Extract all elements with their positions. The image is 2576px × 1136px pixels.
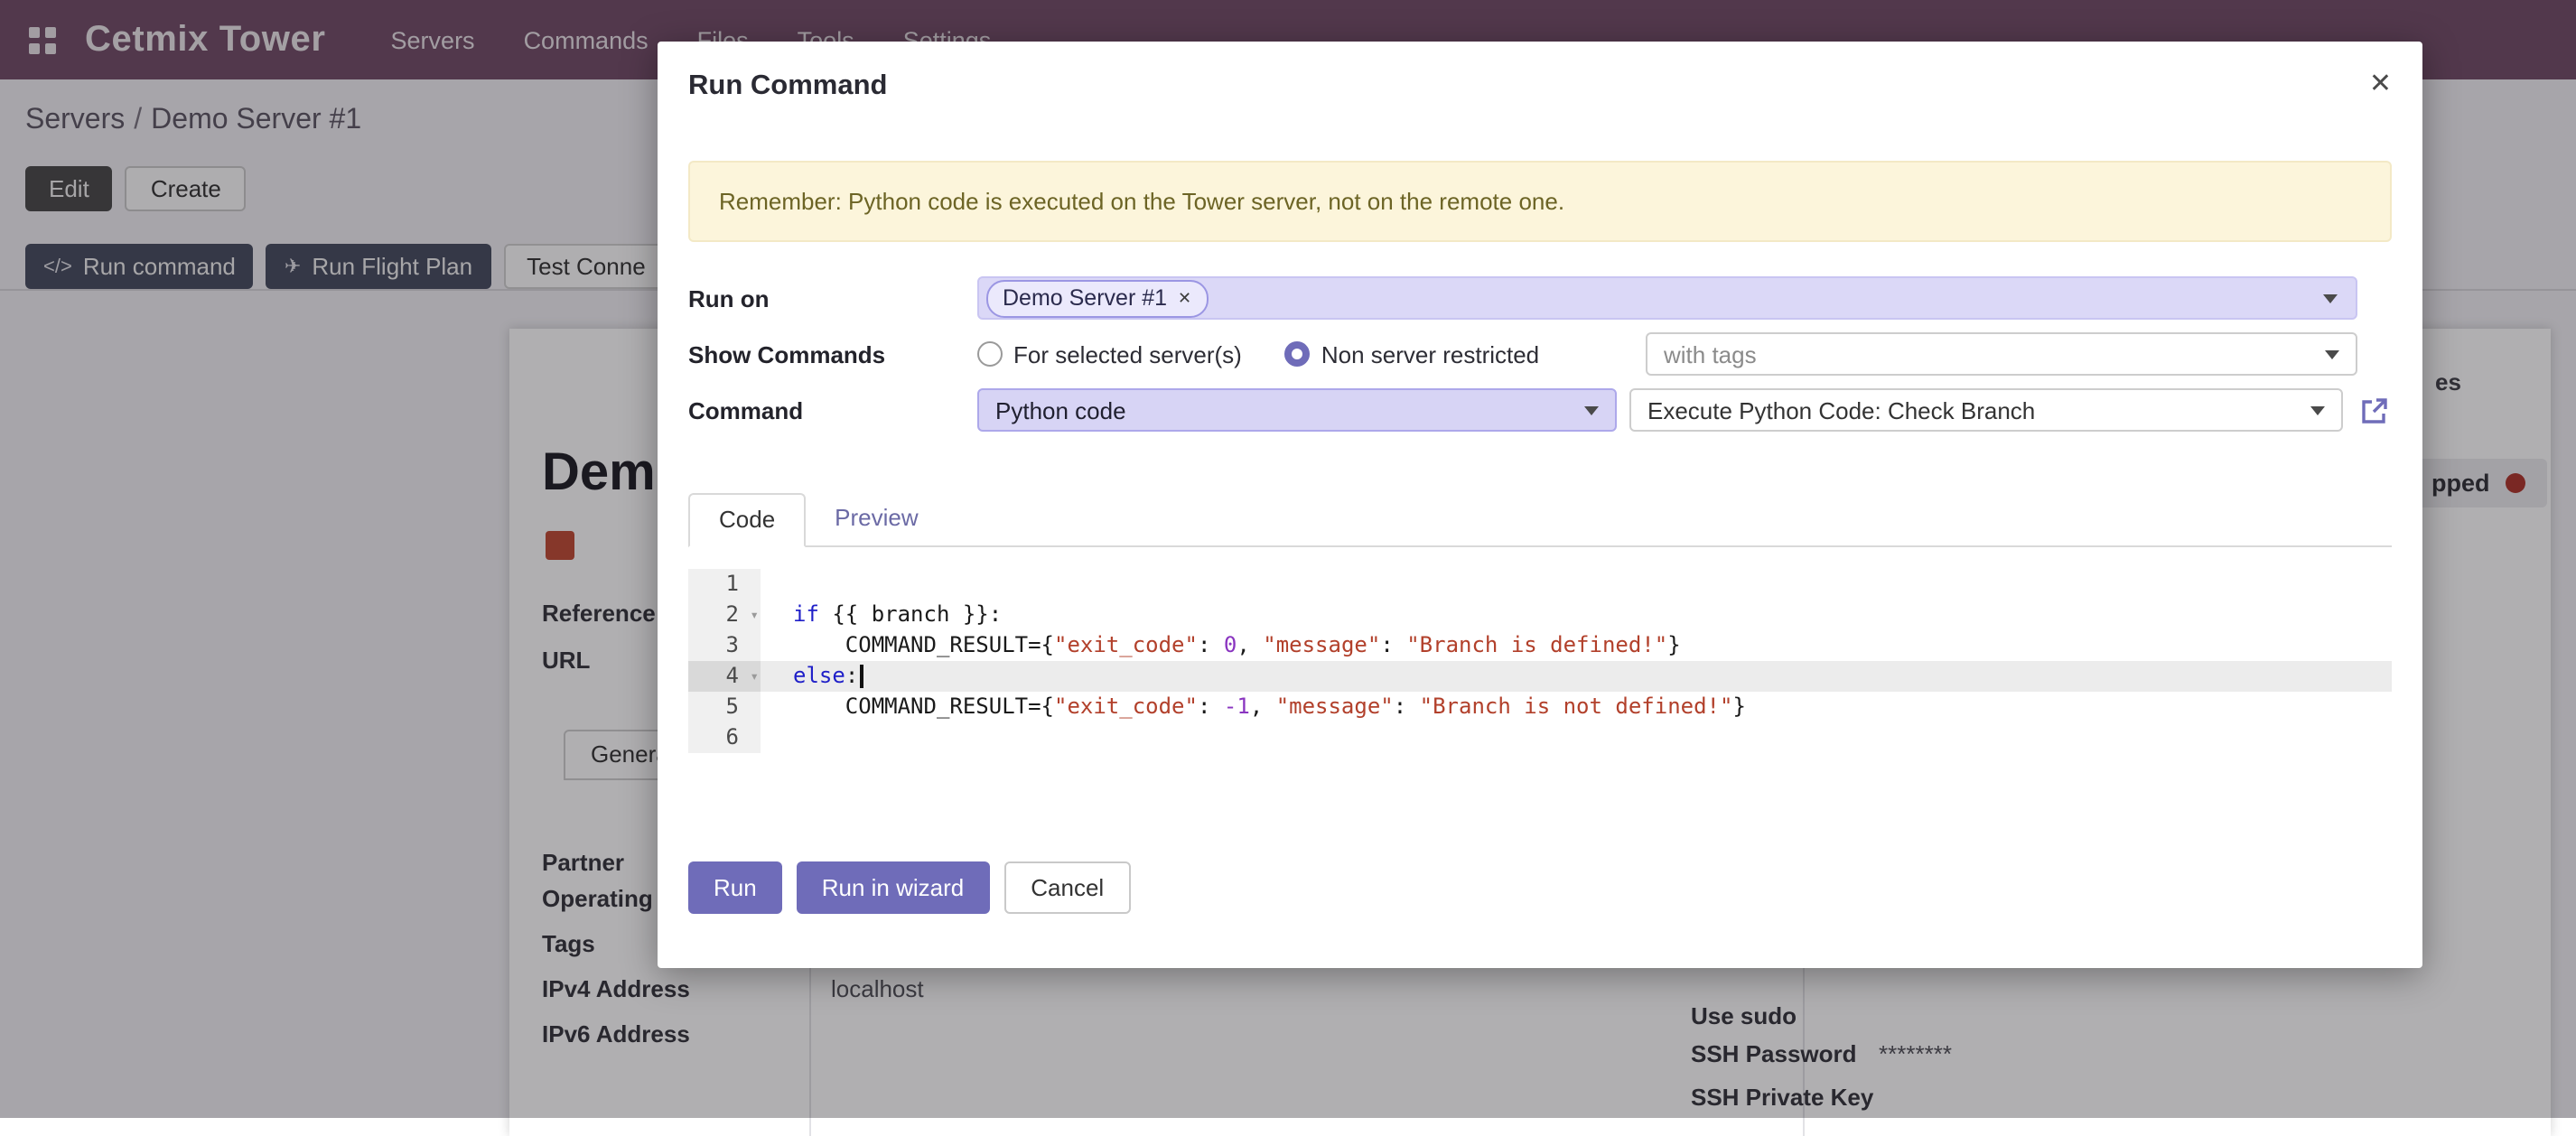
radio-icon-checked — [1285, 341, 1311, 367]
chip-remove-icon[interactable]: ✕ — [1178, 288, 1191, 308]
fold-arrow-icon[interactable]: ▾ — [750, 600, 759, 630]
command-type-select[interactable]: Python code — [977, 388, 1617, 432]
modal-title: Run Command — [688, 70, 887, 103]
tab-preview[interactable]: Preview — [806, 493, 947, 544]
screen: Cetmix Tower ServersCommandsFilesToolsSe… — [0, 0, 2576, 1118]
code-line-text[interactable]: COMMAND_RESULT={"exit_code": 0, "message… — [761, 630, 2392, 661]
show-commands-radios: For selected server(s) Non server restri… — [977, 340, 1646, 368]
tags-select-placeholder: with tags — [1664, 340, 1757, 368]
tags-select[interactable]: with tags — [1646, 332, 2357, 376]
code-line-text[interactable] — [761, 722, 2392, 753]
close-icon[interactable]: ✕ — [2369, 70, 2392, 98]
show-commands-label: Show Commands — [688, 340, 977, 368]
tab-code[interactable]: Code — [688, 493, 806, 547]
code-line-1[interactable]: 1 — [688, 569, 2392, 600]
radio-icon-unchecked — [977, 341, 1003, 367]
code-line-2[interactable]: 2▾if {{ branch }}: — [688, 600, 2392, 630]
chevron-down-icon — [1584, 405, 1599, 414]
command-select-value: Execute Python Code: Check Branch — [1647, 396, 2035, 424]
code-line-5[interactable]: 5 COMMAND_RESULT={"exit_code": -1, "mess… — [688, 692, 2392, 722]
server-chip[interactable]: Demo Server #1 ✕ — [986, 279, 1208, 317]
server-chip-label: Demo Server #1 — [1003, 285, 1167, 311]
warning-banner: Remember: Python code is executed on the… — [688, 161, 2392, 242]
code-line-text[interactable]: if {{ branch }}: — [761, 600, 2392, 630]
radio-non-server-restricted[interactable]: Non server restricted — [1285, 340, 1539, 368]
code-line-text[interactable] — [761, 569, 2392, 600]
line-number: 1 — [688, 569, 761, 600]
show-commands-row: Show Commands For selected server(s) Non… — [688, 332, 2392, 376]
code-editor[interactable]: 12▾if {{ branch }}:3 COMMAND_RESULT={"ex… — [688, 569, 2392, 753]
run-button[interactable]: Run — [688, 861, 782, 914]
line-number: 2▾ — [688, 600, 761, 630]
chevron-down-icon — [2325, 349, 2339, 358]
code-line-3[interactable]: 3 COMMAND_RESULT={"exit_code": 0, "messa… — [688, 630, 2392, 661]
run-on-row: Run on Demo Server #1 ✕ — [688, 276, 2392, 320]
code-line-text[interactable]: COMMAND_RESULT={"exit_code": -1, "messag… — [761, 692, 2392, 722]
run-on-label: Run on — [688, 284, 977, 312]
external-link-icon[interactable] — [2357, 393, 2392, 427]
command-select[interactable]: Execute Python Code: Check Branch — [1629, 388, 2343, 432]
cancel-button[interactable]: Cancel — [1003, 861, 1131, 914]
run-on-select[interactable]: Demo Server #1 ✕ — [977, 276, 2357, 320]
line-number: 4▾ — [688, 661, 761, 692]
fold-arrow-icon[interactable]: ▾ — [750, 661, 759, 692]
modal-footer: Run Run in wizard Cancel — [688, 861, 2392, 914]
line-number: 5 — [688, 692, 761, 722]
radio-for-selected-servers[interactable]: For selected server(s) — [977, 340, 1242, 368]
chevron-down-icon — [2310, 405, 2325, 414]
run-in-wizard-button[interactable]: Run in wizard — [797, 861, 990, 914]
radio-label: For selected server(s) — [1013, 340, 1242, 368]
code-line-4[interactable]: 4▾else: — [688, 661, 2392, 692]
chevron-down-icon — [2323, 293, 2338, 303]
radio-label: Non server restricted — [1321, 340, 1539, 368]
command-label: Command — [688, 396, 977, 424]
line-number: 6 — [688, 722, 761, 753]
warning-text: Remember: Python code is executed on the… — [719, 188, 1564, 215]
code-line-6[interactable]: 6 — [688, 722, 2392, 753]
run-command-modal: Run Command ✕ Remember: Python code is e… — [658, 42, 2422, 968]
command-type-value: Python code — [995, 396, 1126, 424]
command-row: Command Python code Execute Python Code:… — [688, 388, 2392, 432]
modal-header: Run Command ✕ — [688, 70, 2392, 103]
code-line-text[interactable]: else: — [761, 661, 2392, 692]
line-number: 3 — [688, 630, 761, 661]
text-cursor — [860, 665, 863, 688]
editor-tabs: Code Preview — [688, 493, 2392, 547]
